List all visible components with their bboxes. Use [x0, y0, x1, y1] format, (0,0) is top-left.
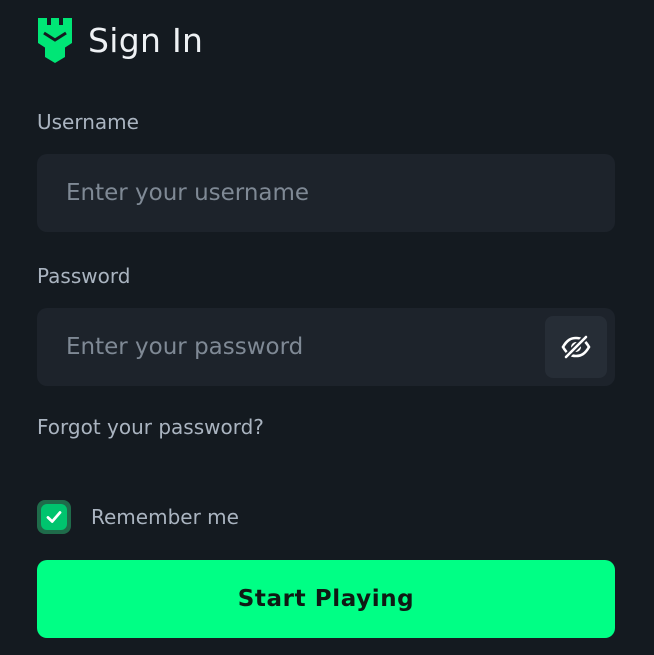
forgot-password-link[interactable]: Forgot your password?: [37, 415, 264, 439]
eye-off-icon: [561, 334, 591, 360]
checkmark-icon: [46, 511, 62, 523]
username-label: Username: [37, 110, 139, 134]
checkbox-box[interactable]: [37, 500, 71, 534]
password-label: Password: [37, 264, 131, 288]
remember-me-label: Remember me: [91, 505, 239, 529]
username-input[interactable]: [37, 154, 615, 232]
toggle-password-visibility-button[interactable]: [545, 316, 607, 378]
page-title: Sign In: [88, 20, 204, 60]
remember-me-checkbox[interactable]: Remember me: [37, 500, 239, 534]
page-header: Sign In: [36, 16, 203, 64]
castle-tower-icon: [38, 18, 72, 63]
password-field: [37, 308, 615, 386]
password-input[interactable]: [37, 308, 615, 386]
username-field: [37, 154, 615, 232]
start-playing-button[interactable]: Start Playing: [37, 560, 615, 638]
